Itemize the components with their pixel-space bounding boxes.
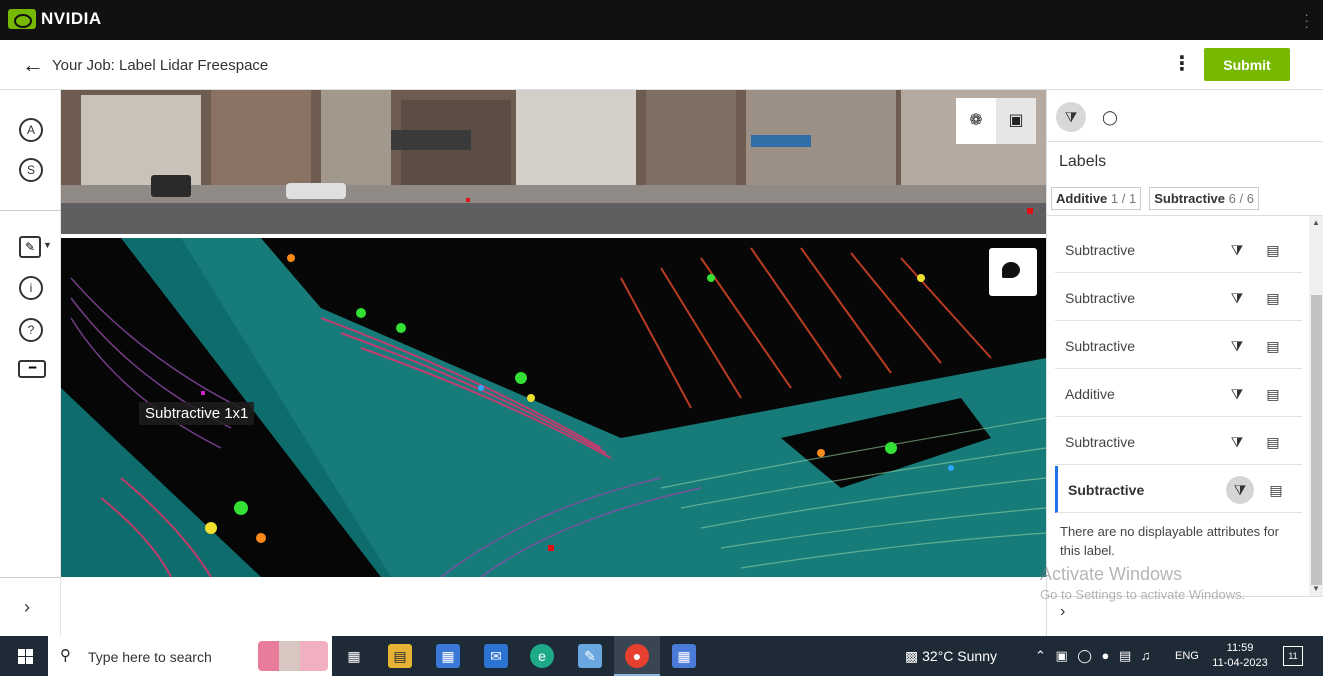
notification-badge[interactable]: 11 (1283, 646, 1303, 666)
filter-name: Additive (1056, 191, 1108, 206)
paint-tool-button[interactable] (989, 248, 1037, 296)
scroll-down-icon[interactable]: ▼ (1312, 584, 1320, 593)
chrome-icon[interactable]: ● (625, 644, 649, 668)
label-row[interactable]: Subtractive ⧩ ▤ (1055, 226, 1302, 273)
info-button[interactable]: i (19, 276, 43, 300)
task-view-icon[interactable]: ▦ (342, 644, 366, 668)
calculator-icon[interactable]: ▦ (672, 644, 696, 668)
3d-view-icon[interactable]: ❁ (956, 98, 996, 144)
mail-icon[interactable]: ✉ (484, 644, 508, 668)
clock-date: 11-04-2023 (1212, 657, 1268, 669)
edit-pencil-icon[interactable]: ✎ (19, 236, 41, 258)
filter-subtractive[interactable]: Subtractive 6 / 6 (1149, 187, 1259, 210)
tag-icon[interactable]: ⧩ (1226, 476, 1254, 504)
panel-divider (1047, 141, 1323, 142)
search-highlight-image (258, 641, 328, 671)
app-menu-icon[interactable]: · · · (1304, 7, 1309, 33)
tag-icon[interactable]: ⧩ (1223, 332, 1251, 360)
edge-icon[interactable]: e (530, 644, 554, 668)
watermark-title: Activate Windows (1040, 564, 1183, 584)
lidar-view[interactable]: Subtractive 1x1 (61, 238, 1046, 577)
more-options-icon[interactable]: ⋮ (1172, 51, 1192, 76)
clock-time: 11:59 (1226, 642, 1254, 654)
weather-icon: ▩ (905, 648, 923, 664)
label-row[interactable]: Subtractive ⧩ ▤ (1055, 418, 1302, 465)
label-name: Additive (1065, 386, 1115, 402)
label-filters: Additive 1 / 1 Subtractive 6 / 6 (1051, 187, 1259, 210)
label-row-selected[interactable]: Subtractive ⧩ ▤ (1055, 466, 1302, 513)
panel-next-chevron-icon[interactable]: › (1060, 603, 1065, 621)
help-button[interactable]: ? (19, 318, 43, 342)
chrome-taskbar-item[interactable]: ● (614, 636, 660, 676)
label-row[interactable]: Subtractive ⧩ ▤ (1055, 322, 1302, 369)
label-name: Subtractive (1065, 434, 1136, 450)
brand-name: NVIDIA (41, 9, 102, 28)
back-arrow-icon[interactable]: ← (22, 52, 44, 78)
comment-icon[interactable]: ▤ (1262, 476, 1290, 504)
no-attributes-message: There are no displayable attributes for … (1060, 524, 1279, 558)
mode-s-button[interactable]: S (19, 158, 43, 182)
rail-divider (0, 210, 61, 211)
clock[interactable]: 11:59 11-04-2023 (1205, 641, 1275, 671)
label-name: Subtractive (1068, 482, 1145, 498)
filter-count: 1 / 1 (1110, 191, 1137, 206)
comment-icon[interactable]: ▤ (1259, 380, 1287, 408)
street-scene (61, 90, 1046, 234)
comment-icon[interactable]: ▤ (1259, 284, 1287, 312)
scroll-up-icon[interactable]: ▲ (1312, 218, 1320, 227)
language-indicator[interactable]: ENG (1175, 650, 1199, 662)
rail-divider-bottom (0, 577, 61, 578)
filter-count: 6 / 6 (1228, 191, 1254, 206)
store-icon[interactable]: ▦ (436, 644, 460, 668)
activation-watermark: Activate Windows Go to Settings to activ… (1040, 564, 1245, 602)
comment-icon[interactable]: ▤ (1259, 428, 1287, 456)
watermark-subtitle: Go to Settings to activate Windows. (1040, 587, 1246, 602)
panel-heading: Labels (1059, 153, 1107, 170)
taskbar-search[interactable]: ⚲ Type here to search (48, 636, 332, 676)
search-placeholder: Type here to search (88, 649, 212, 665)
label-name: Subtractive (1065, 242, 1136, 258)
nvidia-logo: NVIDIA (8, 9, 102, 29)
scrollbar-thumb[interactable] (1311, 295, 1322, 585)
tray-icons[interactable]: ⌃ ▣ ◯ ● ▤ ♫ (1035, 648, 1154, 664)
tag-icon[interactable]: ⧩ (1223, 428, 1251, 456)
expand-chevron-icon[interactable]: › (24, 597, 30, 618)
comment-icon[interactable]: ▤ (1259, 236, 1287, 264)
label-name: Subtractive (1065, 338, 1136, 354)
nvidia-eye-icon (8, 9, 36, 29)
windows-taskbar: ⚲ Type here to search ▦ ▤ ▦ ✉ e ✎ ● ▦ ▩ … (0, 636, 1323, 676)
tag-icon[interactable]: ⧩ (1223, 236, 1251, 264)
comment-tab-icon[interactable]: ◯ (1095, 102, 1125, 132)
tag-icon[interactable]: ⧩ (1223, 284, 1251, 312)
camera-icon[interactable]: ▣ (996, 98, 1036, 144)
job-header: ← Your Job: Label Lidar Freespace ⋮ Subm… (0, 40, 1323, 90)
weather-text: 32°C Sunny (922, 648, 997, 664)
brand-bar: NVIDIA · · · (0, 0, 1323, 40)
keyboard-icon[interactable]: ▪▪▪▪ (18, 360, 46, 378)
filter-name: Subtractive (1154, 191, 1226, 206)
mode-a-button[interactable]: A (19, 118, 43, 142)
labels-panel: ⧩ ◯ Labels Additive 1 / 1 Subtractive 6 … (1046, 90, 1323, 636)
comment-icon[interactable]: ▤ (1259, 332, 1287, 360)
label-row[interactable]: Additive ⧩ ▤ (1055, 370, 1302, 417)
chevron-down-icon[interactable]: ▼ (43, 240, 52, 250)
canvas-footer (61, 577, 1046, 636)
page-title: Your Job: Label Lidar Freespace (52, 57, 269, 74)
tool-rail: A S ✎ ▼ i ? ▪▪▪▪ › (0, 90, 61, 636)
label-name: Subtractive (1065, 290, 1136, 306)
weather-widget[interactable]: ▩ 32°C Sunny (905, 648, 997, 665)
lidar-overlay-label: Subtractive 1x1 (139, 402, 255, 425)
camera-image: ❁ ▣ (61, 90, 1046, 234)
label-row[interactable]: Subtractive ⧩ ▤ (1055, 274, 1302, 321)
search-icon: ⚲ (60, 647, 71, 664)
windows-start-icon[interactable] (18, 649, 33, 664)
filter-additive[interactable]: Additive 1 / 1 (1051, 187, 1142, 210)
tag-icon[interactable]: ⧩ (1223, 380, 1251, 408)
submit-button[interactable]: Submit (1204, 48, 1290, 81)
notepad-icon[interactable]: ✎ (578, 644, 602, 668)
tag-tab-icon[interactable]: ⧩ (1056, 102, 1086, 132)
file-explorer-icon[interactable]: ▤ (388, 644, 412, 668)
